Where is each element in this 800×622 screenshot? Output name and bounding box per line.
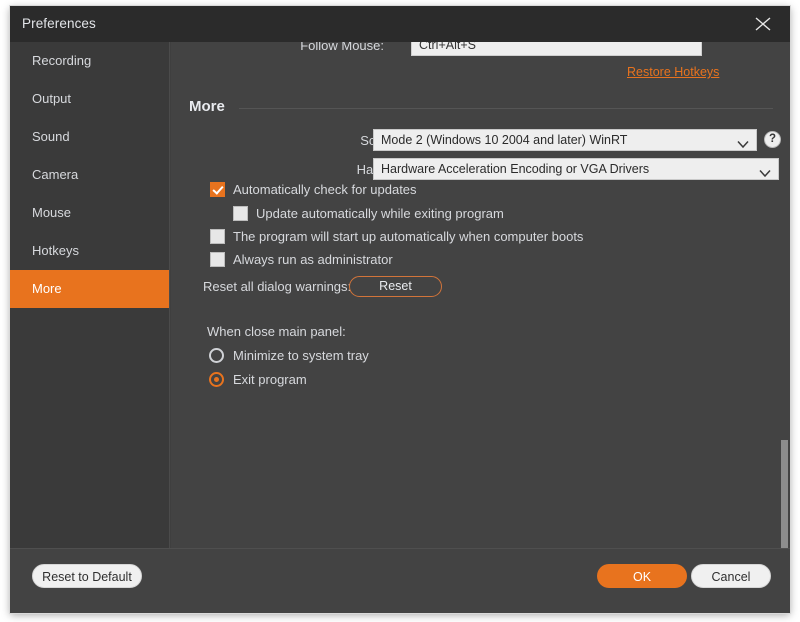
sidebar-item-more[interactable]: More xyxy=(10,270,169,308)
checkbox-indicator xyxy=(210,252,225,267)
reset-warnings-button[interactable]: Reset xyxy=(349,276,442,297)
follow-mouse-label: Follow Mouse: xyxy=(300,42,384,53)
settings-content: Follow Mouse: Ctrl+Alt+S Restore Hotkeys… xyxy=(171,42,790,548)
close-panel-group-label: When close main panel: xyxy=(207,324,346,339)
radio-indicator xyxy=(209,348,224,363)
sidebar-item-label: More xyxy=(32,281,62,296)
content-scrollbar[interactable] xyxy=(779,42,790,548)
sidebar-item-sound[interactable]: Sound xyxy=(10,118,169,156)
close-button[interactable] xyxy=(740,6,786,42)
chevron-down-icon xyxy=(737,135,749,150)
hardware-acceleration-select[interactable]: Hardware Acceleration Encoding or VGA Dr… xyxy=(373,158,779,180)
sidebar: Recording Output Sound Camera Mouse Hotk… xyxy=(10,42,170,548)
sidebar-item-label: Hotkeys xyxy=(32,243,79,258)
reset-to-default-button[interactable]: Reset to Default xyxy=(32,564,142,588)
sidebar-item-mouse[interactable]: Mouse xyxy=(10,194,169,232)
sidebar-item-label: Sound xyxy=(32,129,70,144)
window-title: Preferences xyxy=(22,16,96,31)
sidebar-item-recording[interactable]: Recording xyxy=(10,42,169,80)
sidebar-item-label: Output xyxy=(32,91,72,106)
section-more-header: More xyxy=(189,98,773,118)
preferences-window: Preferences Recording Output Sound Camer… xyxy=(10,6,790,613)
checkbox-indicator xyxy=(233,206,248,221)
scrollbar-thumb[interactable] xyxy=(781,440,788,548)
dialog-footer: Reset to Default OK Cancel xyxy=(10,548,790,613)
page-title: More xyxy=(189,98,225,115)
sidebar-item-label: Recording xyxy=(32,53,92,68)
sidebar-item-output[interactable]: Output xyxy=(10,80,169,118)
cancel-button[interactable]: Cancel xyxy=(691,564,771,588)
reset-warnings-label: Reset all dialog warnings: xyxy=(203,279,352,294)
sidebar-item-camera[interactable]: Camera xyxy=(10,156,169,194)
chevron-down-icon xyxy=(759,164,771,179)
restore-hotkeys-link[interactable]: Restore Hotkeys xyxy=(627,65,719,79)
checkbox-label: Always run as administrator xyxy=(233,252,393,267)
sidebar-item-label: Camera xyxy=(32,167,79,182)
radio-label: Minimize to system tray xyxy=(233,348,369,363)
screen-capture-mode-value: Mode 2 (Windows 10 2004 and later) WinRT xyxy=(381,133,628,147)
checkbox-label: The program will start up automatically … xyxy=(233,229,584,244)
screen-capture-mode-select[interactable]: Mode 2 (Windows 10 2004 and later) WinRT xyxy=(373,129,757,151)
follow-mouse-input[interactable]: Ctrl+Alt+S xyxy=(411,42,702,56)
sidebar-item-hotkeys[interactable]: Hotkeys xyxy=(10,232,169,270)
radio-indicator xyxy=(209,372,224,387)
radio-label: Exit program xyxy=(233,372,307,387)
sidebar-item-label: Mouse xyxy=(32,205,72,220)
checkbox-label: Automatically check for updates xyxy=(233,182,417,197)
ok-button[interactable]: OK xyxy=(597,564,687,588)
checkbox-label: Update automatically while exiting progr… xyxy=(256,206,504,221)
section-divider xyxy=(239,108,773,109)
title-bar: Preferences xyxy=(10,6,790,42)
follow-mouse-row: Follow Mouse: Ctrl+Alt+S xyxy=(171,42,790,60)
checkbox-indicator xyxy=(210,182,225,197)
checkbox-indicator xyxy=(210,229,225,244)
hardware-acceleration-value: Hardware Acceleration Encoding or VGA Dr… xyxy=(381,162,650,176)
